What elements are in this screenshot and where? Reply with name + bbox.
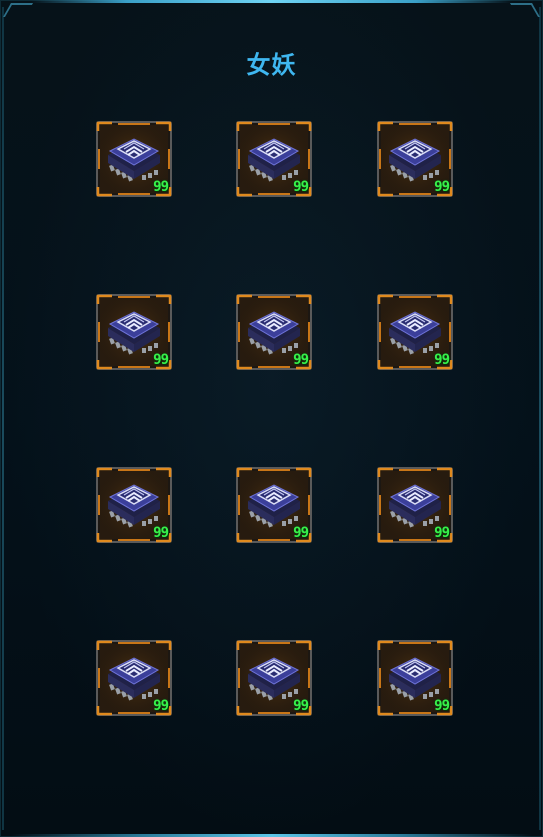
item-slot-3[interactable]: 99	[377, 121, 453, 197]
item-slot-12[interactable]: 99	[377, 640, 453, 716]
item-quantity: 99	[434, 525, 450, 541]
item-slot-11[interactable]: 99	[236, 640, 312, 716]
item-quantity: 99	[434, 698, 450, 714]
item-slot-1[interactable]: 99	[96, 121, 172, 197]
item-slot-9[interactable]: 99	[377, 467, 453, 543]
inventory-panel: 女妖 99 99 99 99 99 99 99 99 99 99 99 99	[0, 0, 543, 837]
item-quantity: 99	[293, 352, 309, 368]
item-quantity: 99	[293, 179, 309, 195]
panel-corner-left	[2, 3, 34, 17]
item-quantity: 99	[153, 525, 169, 541]
item-slot-5[interactable]: 99	[236, 294, 312, 370]
item-quantity: 99	[434, 179, 450, 195]
item-quantity: 99	[434, 352, 450, 368]
item-quantity: 99	[153, 698, 169, 714]
item-slot-2[interactable]: 99	[236, 121, 312, 197]
panel-left-edge	[2, 7, 4, 830]
item-quantity: 99	[293, 698, 309, 714]
item-quantity: 99	[293, 525, 309, 541]
item-slot-4[interactable]: 99	[96, 294, 172, 370]
item-slot-7[interactable]: 99	[96, 467, 172, 543]
item-quantity: 99	[153, 179, 169, 195]
panel-title: 女妖	[246, 51, 297, 79]
panel-corner-right	[509, 3, 541, 17]
item-slot-6[interactable]: 99	[377, 294, 453, 370]
item-quantity: 99	[153, 352, 169, 368]
item-slot-8[interactable]: 99	[236, 467, 312, 543]
item-slot-10[interactable]: 99	[96, 640, 172, 716]
panel-right-edge	[539, 7, 541, 830]
